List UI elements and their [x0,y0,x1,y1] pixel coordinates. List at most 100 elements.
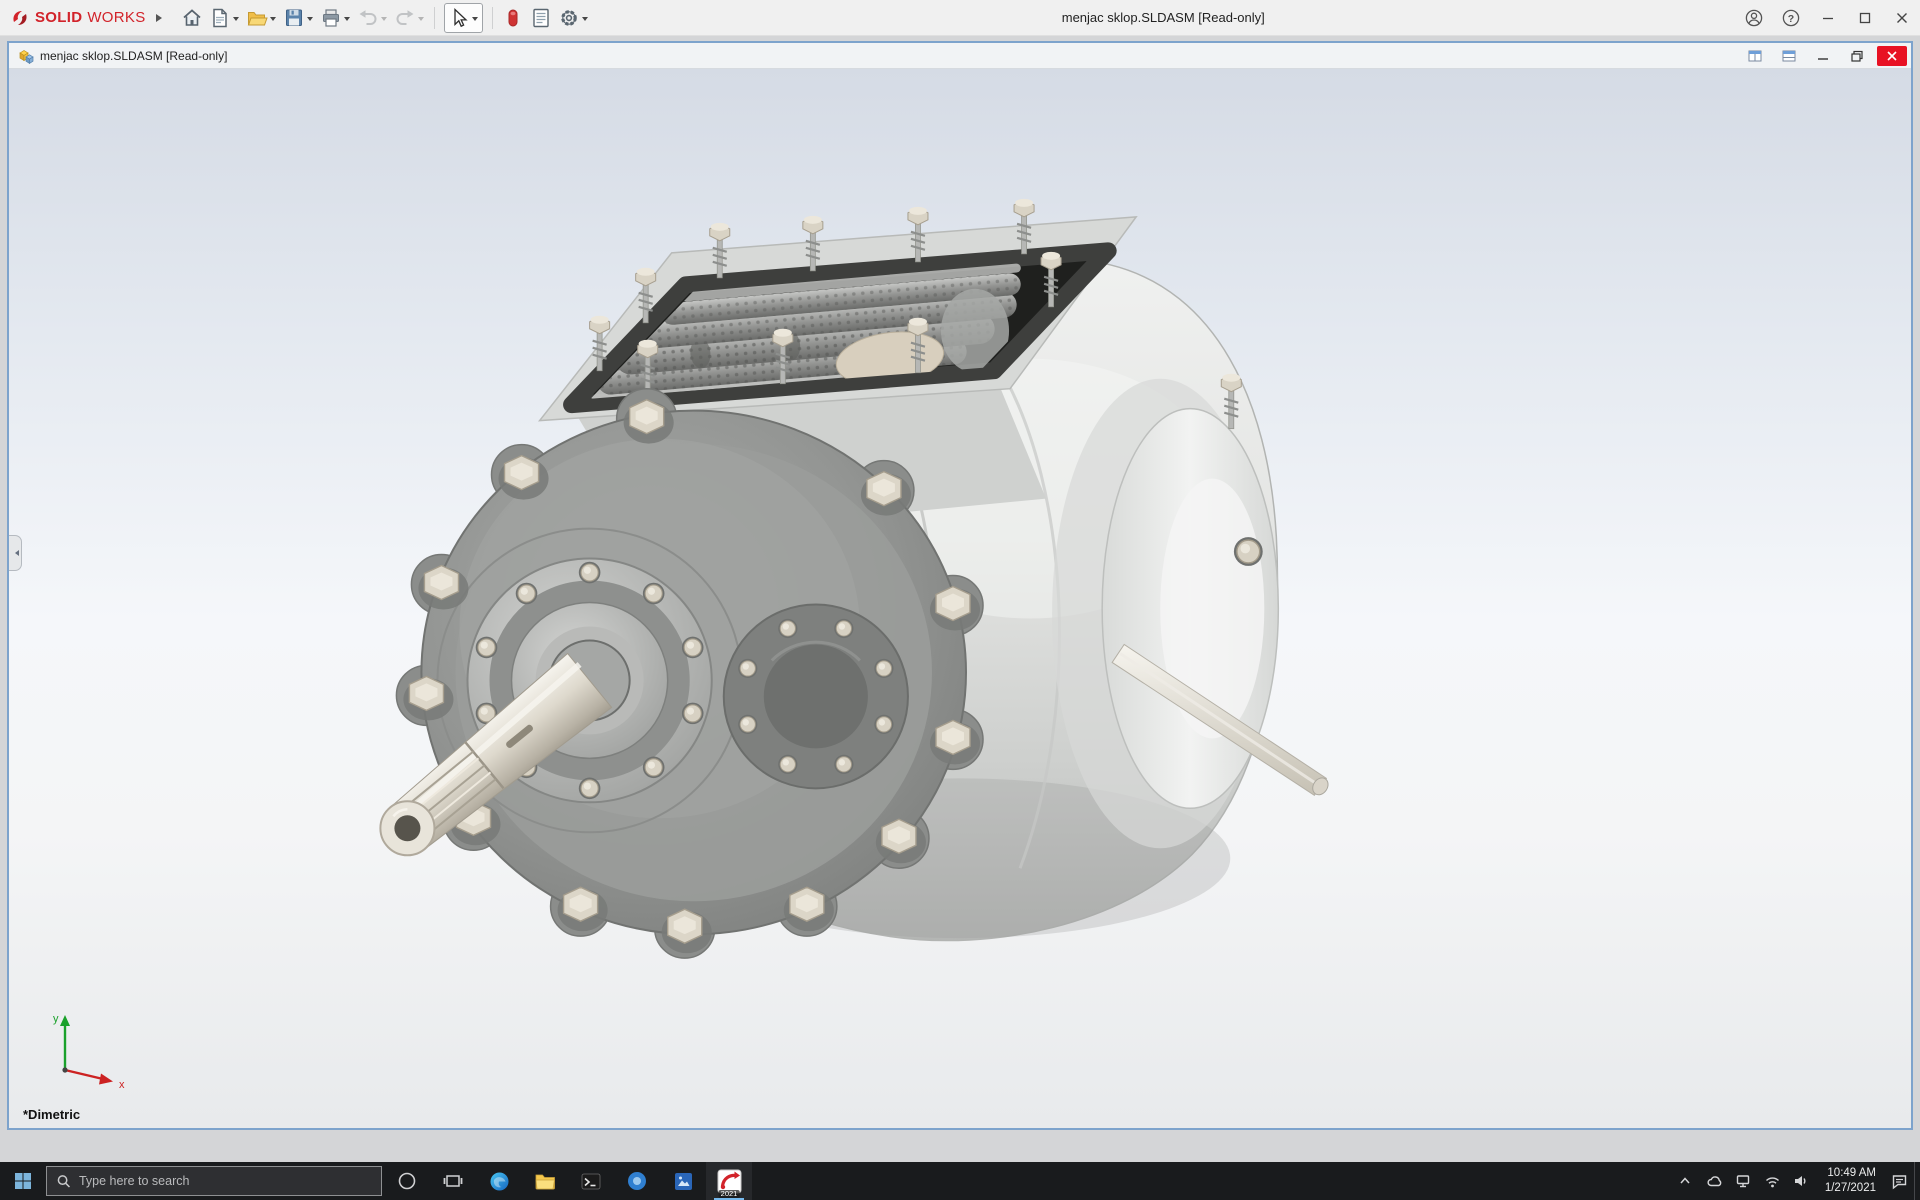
onedrive-button[interactable] [1700,1162,1729,1200]
print-dropdown-caret[interactable] [344,17,350,24]
new-document-button[interactable] [207,4,242,32]
save-button[interactable] [281,4,316,32]
select-dropdown-caret[interactable] [472,17,478,24]
open-dropdown-caret[interactable] [270,17,276,24]
open-folder-icon [246,7,268,29]
view-orientation-label: *Dimetric [23,1107,80,1122]
bearing-cover-plate [724,604,908,788]
terminal-button[interactable] [568,1162,614,1200]
home-icon [181,7,203,29]
document-title-bar[interactable]: menjac sklop.SLDASM [Read-only] [9,43,1911,69]
edge-icon [489,1171,510,1192]
wifi-button[interactable] [1758,1162,1787,1200]
ethernet-button[interactable] [1729,1162,1758,1200]
windows-start-icon [13,1171,33,1191]
search-input[interactable] [79,1174,371,1188]
document-window: menjac sklop.SLDASM [Read-only] [7,41,1913,1130]
solidworks-logo: SOLID WORKS [10,8,146,28]
document-restore-icon [1850,50,1864,62]
assembly-document-icon [16,48,34,64]
brand-name-bold: SOLID [35,9,82,26]
document-close-icon [1886,50,1898,62]
screen: SOLID WORKS [0,0,1920,1200]
clock-time: 10:49 AM [1825,1166,1876,1181]
help-icon: ? [1782,9,1800,27]
undo-dropdown-caret[interactable] [381,17,387,24]
windows-taskbar: 2021 [0,1162,1920,1200]
new-document-dropdown-caret[interactable] [233,17,239,24]
file-properties-button[interactable] [528,4,554,32]
account-icon [1745,9,1763,27]
options-button[interactable] [556,4,591,32]
cortana-button[interactable] [384,1162,430,1200]
tile-vertical-icon [1748,50,1762,62]
tile-horizontal-button[interactable] [1775,46,1802,66]
task-view-icon [443,1172,463,1190]
show-desktop-button[interactable] [1914,1162,1920,1200]
mdi-area: menjac sklop.SLDASM [Read-only] [0,36,1920,1162]
select-tool-button[interactable] [444,3,483,33]
dassault-systemes-icon [10,8,30,28]
options-gear-icon [558,7,580,29]
system-tray: 10:49 AM 1/27/2021 [1671,1162,1920,1200]
open-button[interactable] [244,4,279,32]
tile-horizontal-icon [1782,50,1796,62]
file-explorer-button[interactable] [522,1162,568,1200]
terminal-icon [581,1172,601,1191]
featuremanager-collapsed-tab[interactable] [9,535,22,571]
gearbox-3d-model [9,69,1911,1128]
taskbar-clock[interactable]: 10:49 AM 1/27/2021 [1816,1162,1885,1200]
print-icon [320,7,342,29]
photos-app-button[interactable] [660,1162,706,1200]
round-blue-app-button[interactable] [614,1162,660,1200]
maximize-icon [1859,12,1871,24]
triad-y-label: y [53,1013,59,1025]
save-icon [283,7,305,29]
account-button[interactable] [1735,0,1772,36]
rebuild-status-button[interactable] [500,4,526,32]
action-center-button[interactable] [1885,1162,1914,1200]
options-dropdown-caret[interactable] [582,17,588,24]
photos-app-icon [674,1172,693,1191]
redo-icon [394,7,416,29]
print-button[interactable] [318,4,353,32]
maximize-button[interactable] [1846,0,1883,36]
collapse-chevron-icon [12,550,19,556]
clock-date: 1/27/2021 [1825,1181,1876,1196]
start-button[interactable] [0,1162,46,1200]
save-dropdown-caret[interactable] [307,17,313,24]
toolbar-separator [434,7,435,29]
toolbar-separator [492,7,493,29]
undo-button[interactable] [355,4,390,32]
file-properties-icon [530,7,552,29]
edge-button[interactable] [476,1162,522,1200]
toolbar-expander-icon[interactable] [156,14,166,22]
minimize-button[interactable] [1809,0,1846,36]
close-button[interactable] [1883,0,1920,36]
home-button[interactable] [179,4,205,32]
svg-text:?: ? [1787,13,1793,25]
document-close-button[interactable] [1877,46,1907,66]
minimize-icon [1822,12,1834,24]
graphics-viewport[interactable]: y x *Dimetric [9,69,1911,1128]
app-title-bar: SOLID WORKS [0,0,1920,36]
document-minimize-button[interactable] [1809,46,1836,66]
redo-button[interactable] [392,4,427,32]
search-icon [57,1174,71,1189]
solidworks-taskbar-button[interactable]: 2021 [706,1162,752,1200]
task-view-button[interactable] [430,1162,476,1200]
document-minimize-icon [1816,50,1830,62]
wifi-icon [1764,1174,1781,1189]
select-arrow-icon [448,7,470,29]
app-title: menjac sklop.SLDASM [Read-only] [592,10,1735,25]
help-button[interactable]: ? [1772,0,1809,36]
hidden-icons-button[interactable] [1671,1162,1700,1200]
volume-button[interactable] [1787,1162,1816,1200]
triad-x-label: x [119,1079,125,1091]
tile-vertical-button[interactable] [1741,46,1768,66]
document-restore-button[interactable] [1843,46,1870,66]
taskbar-search[interactable] [46,1166,382,1196]
brand-name-light: WORKS [87,9,145,26]
redo-dropdown-caret[interactable] [418,17,424,24]
rebuild-status-icon [502,7,524,29]
